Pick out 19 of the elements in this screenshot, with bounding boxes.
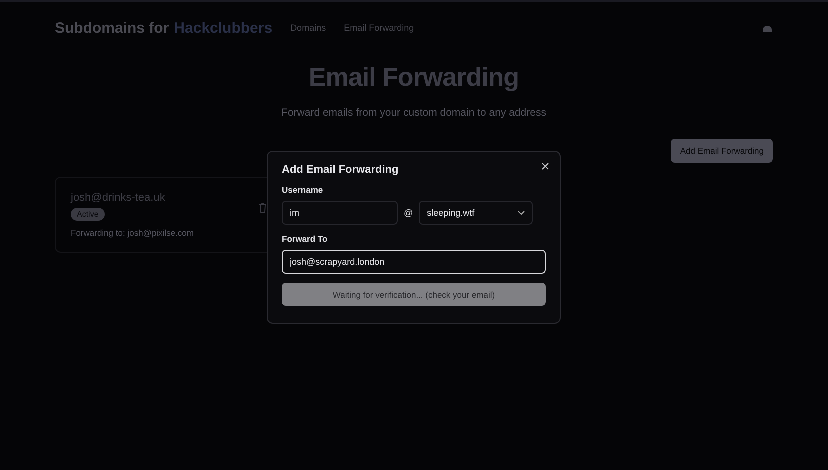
page-subtitle: Forward emails from your custom domain to any address — [282, 107, 546, 119]
dialog-title: Add Email Forwarding — [282, 164, 400, 176]
nav-link[interactable]: Email Forwarding — [344, 23, 414, 33]
forward-to-field[interactable]: josh@scrapyard.london — [282, 250, 546, 274]
add-forwarding-button[interactable]: Add Email Forwarding — [671, 139, 773, 163]
close-icon[interactable] — [542, 163, 549, 170]
site-title-highlight: Hackclubbers — [174, 20, 273, 36]
at-sign: @ — [404, 208, 414, 218]
chevron-icon — [518, 211, 526, 215]
forward-to-label: Forward To — [282, 234, 329, 244]
forwarding-target: Forwarding to: josh@pixilse.com — [71, 228, 195, 238]
username-field[interactable]: im — [282, 201, 398, 225]
forwarding-address: josh@drinks-tea.uk — [71, 192, 166, 204]
username-label: Username — [282, 185, 324, 195]
site-title: Subdomains for — [55, 20, 170, 36]
trash-icon[interactable] — [259, 203, 267, 213]
nav-link[interactable]: Domains — [290, 23, 326, 33]
domain-select[interactable]: sleeping.wtf — [419, 201, 534, 225]
page-title: Email Forwarding — [308, 62, 520, 93]
